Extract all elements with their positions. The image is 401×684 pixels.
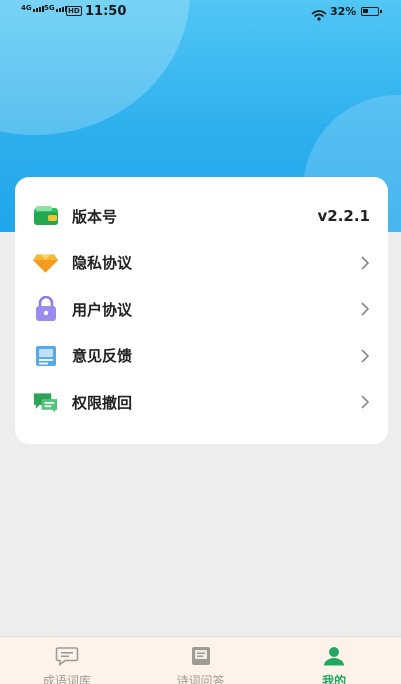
wifi-icon <box>311 6 327 25</box>
settings-card: 版本号 v2.2.1 隐私协议 用户协议 意见反馈 权限撤回 <box>15 177 388 444</box>
tab-label: 成语词库 <box>42 674 91 684</box>
hd-badge: HD <box>66 6 82 16</box>
signal-5g: 5G <box>44 4 68 12</box>
user-icon <box>322 646 346 666</box>
diamond-icon <box>32 249 59 276</box>
chevron-right-icon <box>360 301 370 317</box>
chevron-right-icon <box>360 394 370 410</box>
menu-item-user-agreement[interactable]: 用户协议 <box>15 286 388 333</box>
tab-mine[interactable]: 我的 <box>267 637 401 684</box>
bottom-nav: 成语词库 诗词问答 我的 <box>0 636 401 684</box>
version-value: v2.2.1 <box>317 207 371 226</box>
menu-item-label: 用户协议 <box>72 300 133 319</box>
menu-item-label: 版本号 <box>72 207 118 226</box>
chat-icon <box>32 389 59 416</box>
menu-item-permission-revoke[interactable]: 权限撤回 <box>15 379 388 426</box>
status-bar: 4G 5G HD 11:50 32% <box>0 0 401 24</box>
message-icon <box>55 646 79 666</box>
menu-item-label: 权限撤回 <box>72 393 133 412</box>
tab-label: 诗词问答 <box>176 674 225 684</box>
lock-icon <box>32 296 59 323</box>
battery-icon <box>361 7 382 16</box>
wallet-icon <box>32 203 59 230</box>
status-time: 11:50 <box>85 4 127 19</box>
book-icon <box>189 646 213 666</box>
tab-poetry-quiz[interactable]: 诗词问答 <box>134 637 268 684</box>
tab-label: 我的 <box>322 674 347 684</box>
menu-item-feedback[interactable]: 意见反馈 <box>15 333 388 380</box>
feedback-icon <box>32 342 59 369</box>
signal-4g: 4G <box>21 4 45 12</box>
tab-idiom-library[interactable]: 成语词库 <box>0 637 134 684</box>
battery-percent: 32% <box>330 5 357 18</box>
chevron-right-icon <box>360 255 370 271</box>
menu-item-version[interactable]: 版本号 v2.2.1 <box>15 193 388 240</box>
chevron-right-icon <box>360 348 370 364</box>
menu-item-privacy[interactable]: 隐私协议 <box>15 240 388 287</box>
menu-item-label: 隐私协议 <box>72 254 133 273</box>
menu-item-label: 意见反馈 <box>72 347 133 366</box>
